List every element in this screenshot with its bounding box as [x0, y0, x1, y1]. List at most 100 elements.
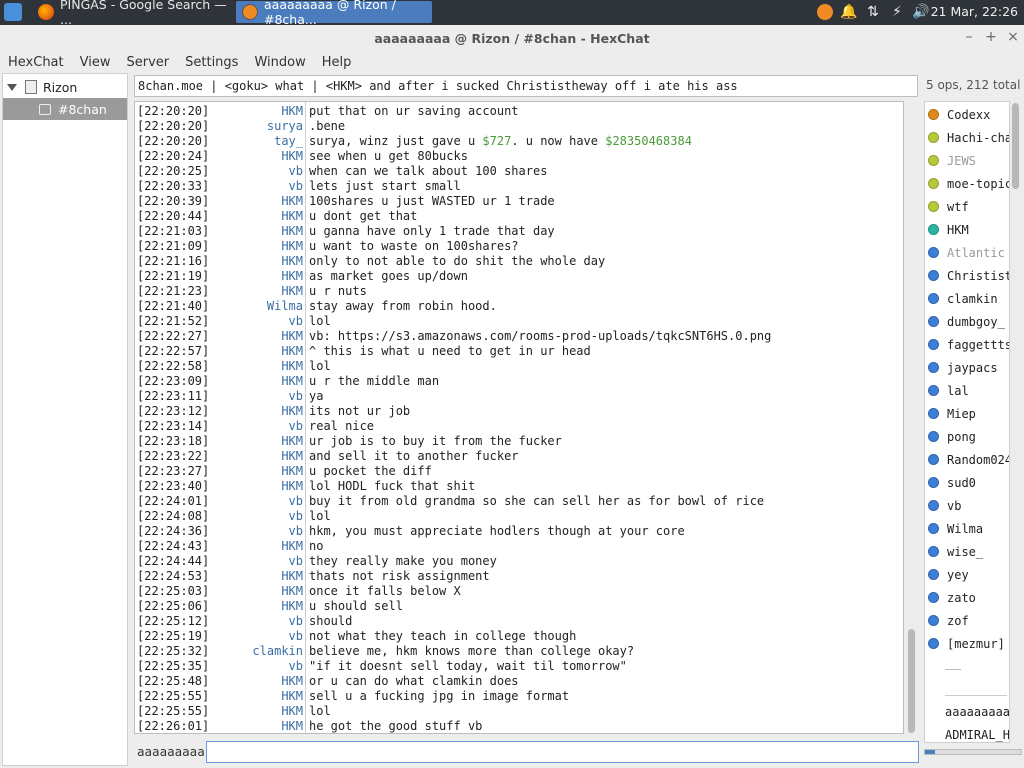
nick[interactable]: Wilma: [219, 299, 303, 314]
nick[interactable]: HKM: [219, 254, 303, 269]
nick[interactable]: HKM: [219, 689, 303, 704]
nick[interactable]: HKM: [219, 374, 303, 389]
nick[interactable]: HKM: [219, 584, 303, 599]
user-item[interactable]: Hachi-chan: [925, 126, 1009, 149]
nick[interactable]: HKM: [219, 464, 303, 479]
userlist-scroll-thumb[interactable]: [1012, 103, 1019, 189]
nick[interactable]: HKM: [219, 344, 303, 359]
user-item[interactable]: jaypacs: [925, 356, 1009, 379]
nick[interactable]: HKM: [219, 404, 303, 419]
nick[interactable]: vb: [219, 179, 303, 194]
user-item[interactable]: sud0: [925, 471, 1009, 494]
user-item[interactable]: Wilma: [925, 517, 1009, 540]
topic-bar[interactable]: 8chan.moe | <goku> what | <HKM> and afte…: [134, 75, 918, 97]
clock[interactable]: 21 Mar, 22:26: [931, 4, 1018, 19]
user-item[interactable]: dumbgoy_: [925, 310, 1009, 333]
window-titlebar[interactable]: aaaaaaaaa @ Rizon / #8chan - HexChat – +…: [0, 25, 1024, 51]
nick[interactable]: vb: [219, 614, 303, 629]
nick-button[interactable]: aaaaaaaaa: [137, 744, 205, 759]
close-button[interactable]: ×: [1004, 28, 1022, 46]
nick[interactable]: HKM: [219, 599, 303, 614]
nick[interactable]: HKM: [219, 434, 303, 449]
user-item[interactable]: Miep: [925, 402, 1009, 425]
user-item[interactable]: wtf: [925, 195, 1009, 218]
user-item[interactable]: Christistheway: [925, 264, 1009, 287]
chat-log[interactable]: [22:20:20] HKM put that on ur saving accou…: [134, 101, 904, 734]
user-item[interactable]: clamkin: [925, 287, 1009, 310]
nick[interactable]: vb: [219, 554, 303, 569]
task-firefox[interactable]: PINGAS - Google Search — ...: [32, 0, 232, 27]
minimize-button[interactable]: –: [960, 28, 978, 46]
nick[interactable]: surya: [219, 119, 303, 134]
menu-view[interactable]: View: [72, 55, 119, 70]
user-item[interactable]: [mezmur]: [925, 632, 1009, 655]
user-item[interactable]: Random024: [925, 448, 1009, 471]
nick[interactable]: vb: [219, 659, 303, 674]
nick[interactable]: HKM: [219, 569, 303, 584]
message-part: surya, winz just gave u: [309, 134, 483, 148]
user-item[interactable]: yey: [925, 563, 1009, 586]
user-item[interactable]: pong: [925, 425, 1009, 448]
power-icon[interactable]: ⚡: [888, 3, 906, 21]
user-extra[interactable]: ADMIRAL_H: [945, 728, 1009, 742]
chat-scrollbar[interactable]: [906, 101, 918, 734]
nick[interactable]: HKM: [219, 209, 303, 224]
user-item[interactable]: zato: [925, 586, 1009, 609]
expand-triangle-icon[interactable]: [7, 83, 17, 91]
nick[interactable]: HKM: [219, 539, 303, 554]
tree-channel-8chan[interactable]: #8chan: [3, 98, 127, 120]
user-item[interactable]: lal: [925, 379, 1009, 402]
nick[interactable]: HKM: [219, 449, 303, 464]
tree-server-rizon[interactable]: Rizon: [3, 76, 127, 98]
task-hexchat[interactable]: aaaaaaaaa @ Rizon / #8cha...: [236, 0, 432, 27]
menu-server[interactable]: Server: [118, 55, 177, 70]
nick[interactable]: vb: [219, 314, 303, 329]
nick[interactable]: HKM: [219, 149, 303, 164]
volume-icon[interactable]: 🔊: [912, 3, 930, 21]
nick[interactable]: HKM: [219, 719, 303, 733]
nick[interactable]: HKM: [219, 239, 303, 254]
user-item[interactable]: JEWS: [925, 149, 1009, 172]
nick[interactable]: vb: [219, 509, 303, 524]
nick[interactable]: vb: [219, 419, 303, 434]
menu-window[interactable]: Window: [246, 55, 313, 70]
nick[interactable]: vb: [219, 389, 303, 404]
notification-bell-icon[interactable]: 🔔: [840, 3, 858, 21]
menu-settings[interactable]: Settings: [177, 55, 246, 70]
maximize-button[interactable]: +: [982, 28, 1000, 46]
nick[interactable]: HKM: [219, 224, 303, 239]
network-icon[interactable]: ⇅: [864, 3, 882, 21]
user-item[interactable]: wise_: [925, 540, 1009, 563]
user-item[interactable]: vb: [925, 494, 1009, 517]
nick[interactable]: HKM: [219, 269, 303, 284]
user-list[interactable]: Codexx Hachi-chan JEWS moe-topic wtf HKM Atlan…: [924, 101, 1010, 743]
user-item[interactable]: Atlantic: [925, 241, 1009, 264]
nick[interactable]: tay_: [219, 134, 303, 149]
hexchat-tray-icon[interactable]: [816, 3, 834, 21]
nick[interactable]: HKM: [219, 329, 303, 344]
chat-scroll-thumb[interactable]: [908, 629, 915, 733]
nick[interactable]: HKM: [219, 479, 303, 494]
user-item[interactable]: faggettts: [925, 333, 1009, 356]
nick[interactable]: HKM: [219, 194, 303, 209]
nick[interactable]: vb: [219, 524, 303, 539]
start-menu-icon[interactable]: [4, 3, 22, 21]
user-item[interactable]: HKM: [925, 218, 1009, 241]
nick[interactable]: vb: [219, 494, 303, 509]
nick[interactable]: HKM: [219, 704, 303, 719]
userlist-scrollbar[interactable]: [1010, 101, 1022, 743]
nick[interactable]: clamkin: [219, 644, 303, 659]
nick[interactable]: vb: [219, 629, 303, 644]
nick[interactable]: HKM: [219, 284, 303, 299]
user-item[interactable]: moe-topic: [925, 172, 1009, 195]
nick[interactable]: vb: [219, 164, 303, 179]
user-item[interactable]: zof: [925, 609, 1009, 632]
nick[interactable]: HKM: [219, 104, 303, 119]
user-extra[interactable]: aaaaaaaaa: [945, 705, 1009, 725]
message-input[interactable]: [206, 741, 919, 763]
menu-help[interactable]: Help: [314, 55, 360, 70]
user-item[interactable]: Codexx: [925, 103, 1009, 126]
nick[interactable]: HKM: [219, 359, 303, 374]
menu-hexchat[interactable]: HexChat: [0, 55, 72, 70]
nick[interactable]: HKM: [219, 674, 303, 689]
